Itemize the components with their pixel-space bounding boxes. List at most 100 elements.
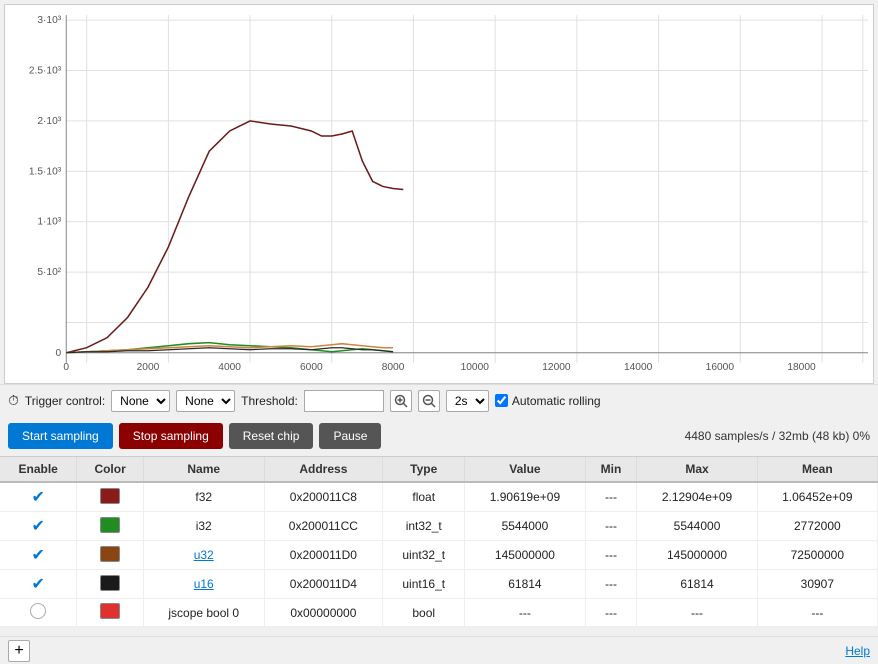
start-sampling-button[interactable]: Start sampling bbox=[8, 423, 113, 449]
svg-text:1·10³: 1·10³ bbox=[37, 217, 61, 228]
type-cell: uint32_t bbox=[383, 541, 465, 570]
enable-checkbox[interactable] bbox=[30, 603, 46, 619]
svg-text:18000: 18000 bbox=[787, 362, 816, 373]
name-cell[interactable]: u32 bbox=[143, 541, 264, 570]
sample-info: 4480 samples/s / 32mb (48 kb) 0% bbox=[685, 429, 870, 443]
address-cell: 0x00000000 bbox=[264, 599, 383, 627]
color-cell[interactable] bbox=[77, 570, 144, 599]
svg-text:2·10³: 2·10³ bbox=[37, 116, 61, 127]
type-cell: bool bbox=[383, 599, 465, 627]
name-cell: jscope bool 0 bbox=[143, 599, 264, 627]
header-value: Value bbox=[465, 457, 585, 482]
add-variable-button[interactable]: + bbox=[8, 640, 30, 662]
color-cell[interactable] bbox=[77, 482, 144, 512]
type-cell: uint16_t bbox=[383, 570, 465, 599]
header-min: Min bbox=[585, 457, 637, 482]
reset-chip-button[interactable]: Reset chip bbox=[229, 423, 314, 449]
header-address: Address bbox=[264, 457, 383, 482]
chart-area: 3·10³ 2.5·10³ 2·10³ 1.5·10³ 1·10³ 5·10² … bbox=[4, 4, 874, 384]
data-table: Enable Color Name Address Type Value Min… bbox=[0, 456, 878, 636]
auto-rolling-checkbox[interactable] bbox=[495, 394, 508, 407]
header-mean: Mean bbox=[757, 457, 877, 482]
trigger-select-1[interactable]: None bbox=[111, 390, 170, 412]
enable-checkbox[interactable]: ✔ bbox=[31, 489, 44, 506]
trigger-select-2[interactable]: None bbox=[176, 390, 235, 412]
zoom-out-button[interactable] bbox=[418, 390, 440, 412]
svg-text:4000: 4000 bbox=[218, 362, 241, 373]
value-cell: 61814 bbox=[465, 570, 585, 599]
color-swatch[interactable] bbox=[100, 603, 120, 619]
time-select[interactable]: 2s bbox=[446, 390, 489, 412]
svg-text:5·10²: 5·10² bbox=[37, 267, 61, 278]
enable-checkbox[interactable]: ✔ bbox=[31, 576, 44, 593]
svg-text:1.5·10³: 1.5·10³ bbox=[29, 166, 62, 177]
color-cell[interactable] bbox=[77, 512, 144, 541]
mean-cell: 1.06452e+09 bbox=[757, 482, 877, 512]
table-row: ✔u160x200011D4uint16_t61814---6181430907 bbox=[0, 570, 878, 599]
header-type: Type bbox=[383, 457, 465, 482]
address-cell: 0x200011CC bbox=[264, 512, 383, 541]
address-cell: 0x200011D4 bbox=[264, 570, 383, 599]
enable-checkbox[interactable]: ✔ bbox=[31, 547, 44, 564]
enable-cell[interactable]: ✔ bbox=[0, 482, 77, 512]
max-cell: --- bbox=[637, 599, 757, 627]
help-link[interactable]: Help bbox=[845, 644, 870, 658]
name-cell: f32 bbox=[143, 482, 264, 512]
zoom-in-icon bbox=[394, 394, 408, 408]
color-cell[interactable] bbox=[77, 541, 144, 570]
address-cell: 0x200011D0 bbox=[264, 541, 383, 570]
type-cell: float bbox=[383, 482, 465, 512]
min-cell: --- bbox=[585, 512, 637, 541]
mean-cell: --- bbox=[757, 599, 877, 627]
table-header-row: Enable Color Name Address Type Value Min… bbox=[0, 457, 878, 482]
svg-text:16000: 16000 bbox=[706, 362, 735, 373]
auto-rolling-toggle[interactable]: Automatic rolling bbox=[495, 394, 601, 408]
table-row: ✔ f320x200011C8float1.90619e+09---2.12904… bbox=[0, 482, 878, 512]
color-cell[interactable] bbox=[77, 599, 144, 627]
mean-cell: 72500000 bbox=[757, 541, 877, 570]
trigger-bar: ⏱ Trigger control: None None Threshold: bbox=[0, 384, 878, 416]
svg-text:0: 0 bbox=[63, 362, 69, 373]
color-swatch[interactable] bbox=[100, 517, 120, 533]
min-cell: --- bbox=[585, 570, 637, 599]
max-cell: 61814 bbox=[637, 570, 757, 599]
min-cell: --- bbox=[585, 482, 637, 512]
min-cell: --- bbox=[585, 599, 637, 627]
table-row: jscope bool 00x00000000bool------------ bbox=[0, 599, 878, 627]
enable-cell[interactable]: ✔ bbox=[0, 570, 77, 599]
header-enable: Enable bbox=[0, 457, 77, 482]
value-cell: 1.90619e+09 bbox=[465, 482, 585, 512]
footer: + Help bbox=[0, 636, 878, 664]
enable-checkbox[interactable]: ✔ bbox=[31, 518, 44, 535]
color-swatch[interactable] bbox=[100, 488, 120, 504]
header-max: Max bbox=[637, 457, 757, 482]
svg-text:2000: 2000 bbox=[137, 362, 160, 373]
address-cell: 0x200011C8 bbox=[264, 482, 383, 512]
enable-cell[interactable]: ✔ bbox=[0, 541, 77, 570]
name-cell[interactable]: u16 bbox=[143, 570, 264, 599]
svg-text:2.5·10³: 2.5·10³ bbox=[29, 66, 62, 77]
enable-cell[interactable]: ✔ bbox=[0, 512, 77, 541]
mean-cell: 2772000 bbox=[757, 512, 877, 541]
header-name: Name bbox=[143, 457, 264, 482]
min-cell: --- bbox=[585, 541, 637, 570]
threshold-input[interactable] bbox=[304, 390, 384, 412]
color-swatch[interactable] bbox=[100, 546, 120, 562]
type-cell: int32_t bbox=[383, 512, 465, 541]
max-cell: 2.12904e+09 bbox=[637, 482, 757, 512]
svg-text:0: 0 bbox=[55, 348, 61, 359]
pause-button[interactable]: Pause bbox=[319, 423, 381, 449]
table-row: ✔i320x200011CCint32_t5544000---554400027… bbox=[0, 512, 878, 541]
zoom-in-button[interactable] bbox=[390, 390, 412, 412]
trigger-label: Trigger control: bbox=[25, 394, 105, 408]
action-bar: Start sampling Stop sampling Reset chip … bbox=[0, 416, 878, 456]
value-cell: 5544000 bbox=[465, 512, 585, 541]
trigger-icon: ⏱ bbox=[8, 392, 19, 409]
stop-sampling-button[interactable]: Stop sampling bbox=[119, 423, 223, 449]
svg-text:14000: 14000 bbox=[624, 362, 653, 373]
color-swatch[interactable] bbox=[100, 575, 120, 591]
plus-icon: + bbox=[14, 642, 23, 660]
max-cell: 145000000 bbox=[637, 541, 757, 570]
enable-cell[interactable] bbox=[0, 599, 77, 627]
svg-text:8000: 8000 bbox=[382, 362, 405, 373]
